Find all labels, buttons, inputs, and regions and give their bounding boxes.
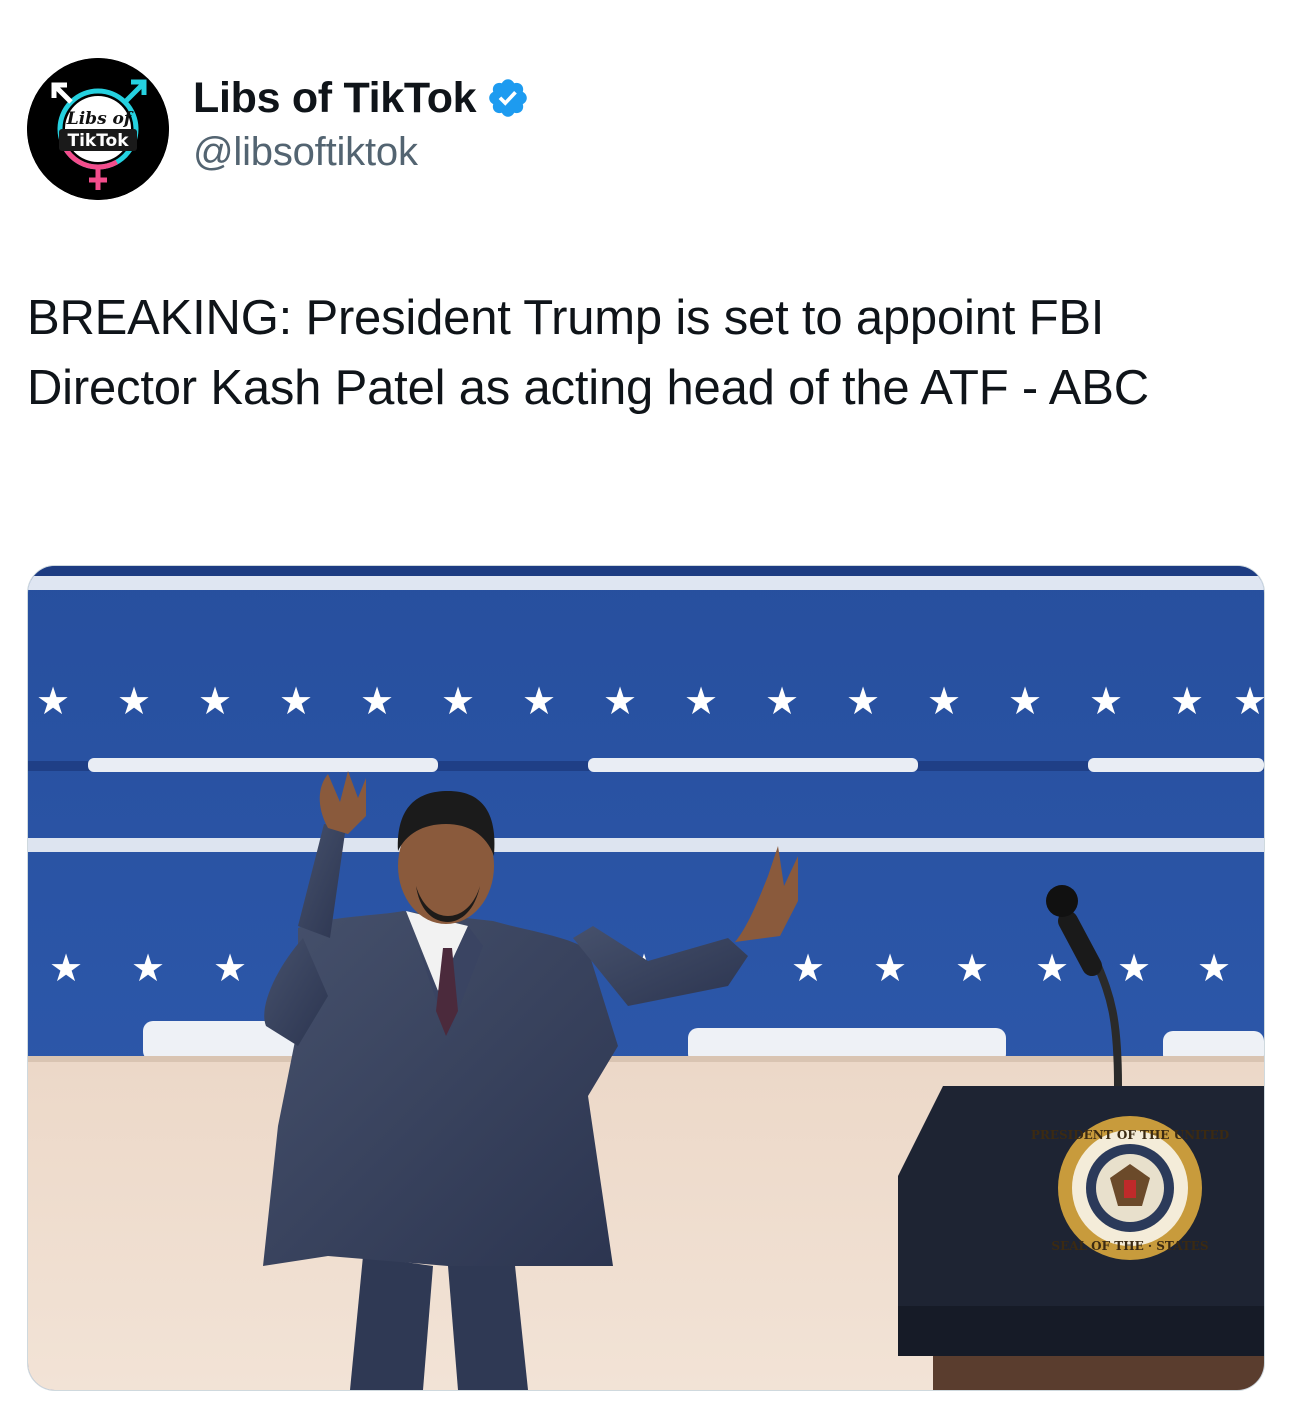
svg-text:★: ★ [873,946,907,990]
svg-text:★: ★ [1233,679,1264,723]
svg-text:★: ★ [927,679,961,723]
svg-text:★: ★ [131,946,165,990]
svg-text:★: ★ [846,679,880,723]
tweet-card: Libs of TikTok Libs of TikTok @libsoftik… [0,0,1290,1420]
svg-text:★: ★ [49,946,83,990]
svg-text:★: ★ [522,679,556,723]
svg-text:★: ★ [603,679,637,723]
svg-text:★: ★ [1089,679,1123,723]
seal-bottom-text: SEAL OF THE · STATES [1051,1239,1208,1253]
svg-text:★: ★ [791,946,825,990]
svg-text:★: ★ [198,679,232,723]
svg-text:★: ★ [279,679,313,723]
svg-text:★: ★ [765,679,799,723]
libs-of-tiktok-logo-icon: Libs of TikTok [27,58,169,200]
svg-text:★: ★ [213,946,247,990]
avatar-line1: Libs of [66,109,134,129]
svg-text:★: ★ [1197,946,1231,990]
svg-text:★: ★ [1035,946,1069,990]
avatar[interactable]: Libs of TikTok [27,58,169,200]
svg-text:★: ★ [955,946,989,990]
tweet-media[interactable]: ★★★ ★★★ ★★★ ★★★ ★★★ ★ ★★★ ★★ ★★★ ★★★ [27,565,1265,1391]
author-block: Libs of TikTok @libsoftiktok [193,70,530,175]
photo-man-at-stage-icon: ★★★ ★★★ ★★★ ★★★ ★★★ ★ ★★★ ★★ ★★★ ★★★ [28,566,1264,1390]
name-row: Libs of TikTok [193,70,530,126]
verified-badge-icon [486,76,530,120]
seal-top-text: PRESIDENT OF THE UNITED [1031,1128,1229,1142]
svg-text:★: ★ [36,679,70,723]
svg-text:★: ★ [1117,946,1151,990]
handle[interactable]: @libsoftiktok [193,130,530,175]
tweet-text: BREAKING: President Trump is set to appo… [27,291,1149,415]
svg-text:★: ★ [1008,679,1042,723]
svg-text:★: ★ [117,679,151,723]
display-name[interactable]: Libs of TikTok [193,74,477,123]
svg-text:★: ★ [441,679,475,723]
svg-text:★: ★ [1170,679,1204,723]
svg-text:★: ★ [360,679,394,723]
svg-text:★: ★ [684,679,718,723]
avatar-line2: TikTok [67,131,129,151]
